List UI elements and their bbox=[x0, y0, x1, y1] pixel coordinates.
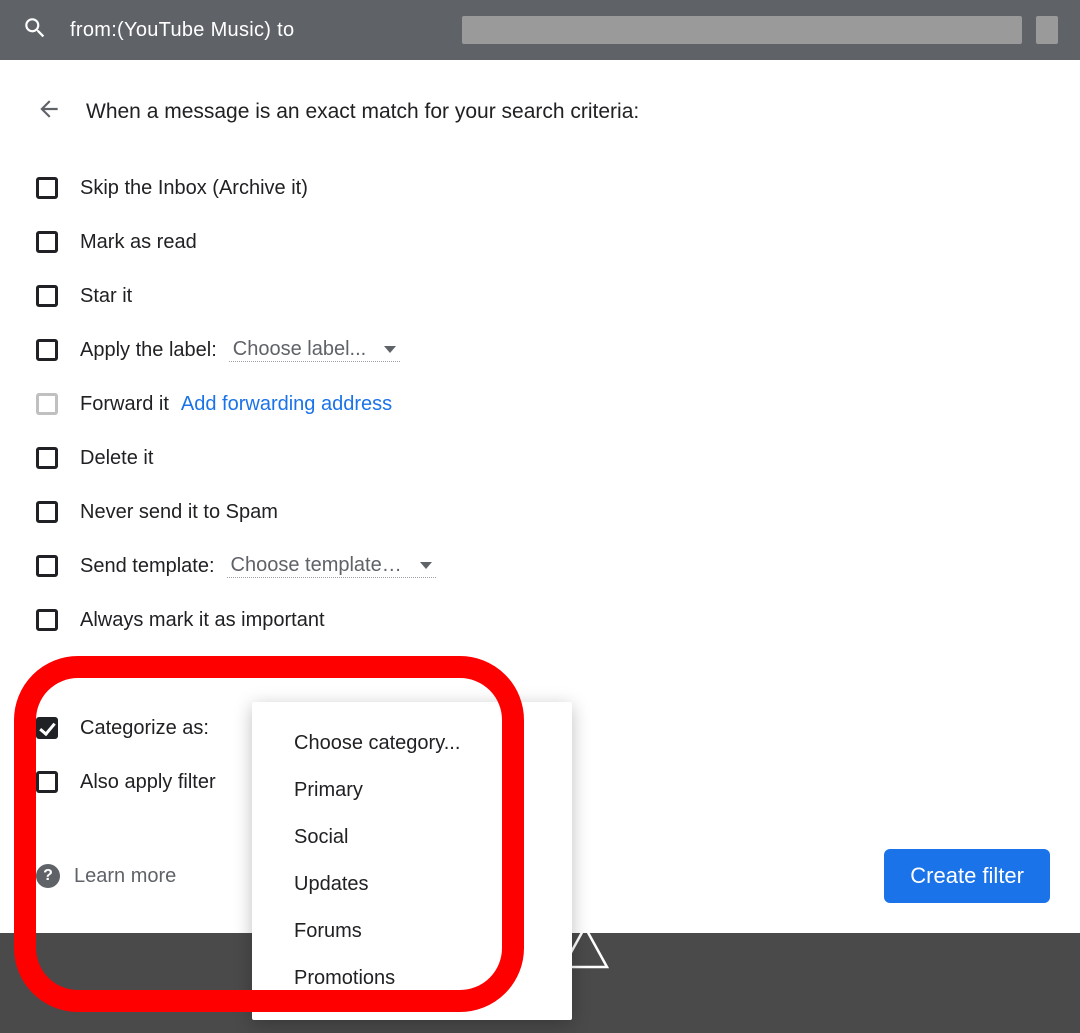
redacted-block bbox=[462, 16, 1022, 44]
create-filter-button[interactable]: Create filter bbox=[884, 849, 1050, 903]
category-option-social[interactable]: Social bbox=[252, 814, 572, 861]
help-icon: ? bbox=[36, 864, 60, 888]
dropdown-value: Choose template… bbox=[231, 554, 402, 577]
option-label: Always mark it as important bbox=[80, 609, 325, 632]
option-label: Skip the Inbox (Archive it) bbox=[80, 177, 308, 200]
option-label: Also apply filter bbox=[80, 771, 216, 794]
redacted-area bbox=[316, 16, 1058, 44]
option-never-spam[interactable]: Never send it to Spam bbox=[36, 485, 1050, 539]
add-forwarding-address-link[interactable]: Add forwarding address bbox=[181, 393, 392, 416]
checkbox[interactable] bbox=[36, 231, 58, 253]
option-label: Apply the label: bbox=[80, 339, 217, 362]
checkbox[interactable] bbox=[36, 393, 58, 415]
option-always-important[interactable]: Always mark it as important bbox=[36, 593, 1050, 647]
template-dropdown[interactable]: Choose template… bbox=[227, 554, 436, 578]
dropdown-value: Choose label... bbox=[233, 338, 366, 361]
category-option-forums[interactable]: Forums bbox=[252, 908, 572, 955]
search-query-text[interactable]: from:(YouTube Music) to bbox=[70, 19, 294, 42]
option-label: Delete it bbox=[80, 447, 153, 470]
checkbox[interactable] bbox=[36, 555, 58, 577]
category-option-promotions[interactable]: Promotions bbox=[252, 955, 572, 1002]
option-hidden-row[interactable] bbox=[36, 647, 1050, 701]
option-label: Send template: bbox=[80, 555, 215, 578]
label-dropdown[interactable]: Choose label... bbox=[229, 338, 400, 362]
option-label: Forward it bbox=[80, 393, 169, 416]
category-option-choose[interactable]: Choose category... bbox=[252, 720, 572, 767]
category-option-updates[interactable]: Updates bbox=[252, 861, 572, 908]
option-label: Mark as read bbox=[80, 231, 197, 254]
category-dropdown-menu: Choose category... Primary Social Update… bbox=[252, 702, 572, 1020]
redacted-block bbox=[1036, 16, 1058, 44]
checkbox[interactable] bbox=[36, 771, 58, 793]
checkbox[interactable] bbox=[36, 339, 58, 361]
option-mark-read[interactable]: Mark as read bbox=[36, 215, 1050, 269]
learn-more-label: Learn more bbox=[74, 865, 176, 888]
option-apply-label[interactable]: Apply the label: Choose label... bbox=[36, 323, 1050, 377]
option-skip-inbox[interactable]: Skip the Inbox (Archive it) bbox=[36, 161, 1050, 215]
checkbox[interactable] bbox=[36, 447, 58, 469]
checkbox[interactable] bbox=[36, 717, 58, 739]
option-label: Categorize as: bbox=[80, 717, 209, 740]
checkbox[interactable] bbox=[36, 609, 58, 631]
category-option-primary[interactable]: Primary bbox=[252, 767, 572, 814]
panel-heading: When a message is an exact match for you… bbox=[86, 100, 639, 124]
option-label: Never send it to Spam bbox=[80, 501, 278, 524]
option-delete[interactable]: Delete it bbox=[36, 431, 1050, 485]
checkbox[interactable] bbox=[36, 285, 58, 307]
chevron-down-icon bbox=[420, 562, 432, 569]
option-star[interactable]: Star it bbox=[36, 269, 1050, 323]
chevron-down-icon bbox=[384, 346, 396, 353]
option-send-template[interactable]: Send template: Choose template… bbox=[36, 539, 1050, 593]
search-bar: from:(YouTube Music) to bbox=[0, 0, 1080, 60]
option-label: Star it bbox=[80, 285, 132, 308]
checkbox[interactable] bbox=[36, 501, 58, 523]
back-arrow-icon[interactable] bbox=[36, 96, 62, 127]
search-icon[interactable] bbox=[22, 15, 48, 46]
checkbox[interactable] bbox=[36, 177, 58, 199]
learn-more-link[interactable]: ? Learn more bbox=[36, 864, 176, 888]
option-forward[interactable]: Forward it Add forwarding address bbox=[36, 377, 1050, 431]
